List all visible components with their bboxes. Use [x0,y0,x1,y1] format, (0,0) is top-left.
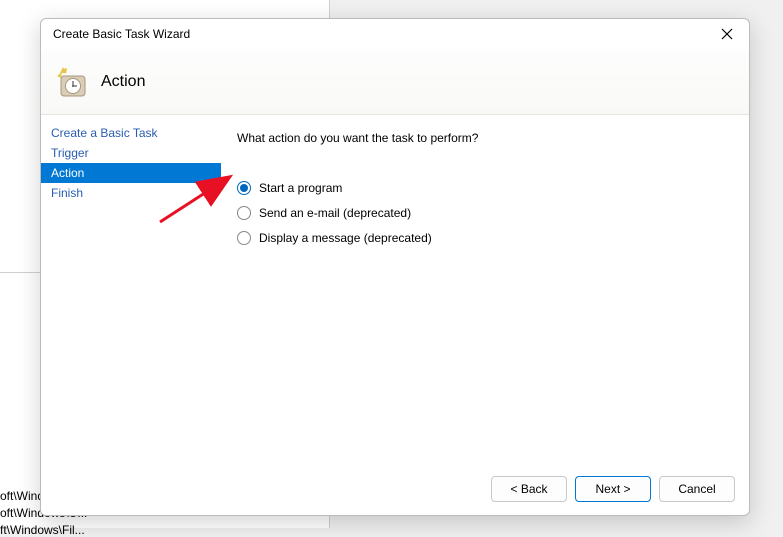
next-button[interactable]: Next > [575,476,651,502]
header-title: Action [101,73,145,91]
sidebar-item-finish[interactable]: Finish [41,183,221,203]
wizard-content: What action do you want the task to perf… [221,115,749,463]
dialog-footer: < Back Next > Cancel [41,463,749,515]
action-question: What action do you want the task to perf… [237,131,733,145]
radio-label: Start a program [259,181,342,195]
dialog-title: Create Basic Task Wizard [49,27,713,41]
wizard-steps-sidebar: Create a Basic Task Trigger Action Finis… [41,115,221,463]
close-button[interactable] [713,23,741,45]
radio-icon [237,181,251,195]
radio-option-send-email[interactable]: Send an e-mail (deprecated) [237,206,733,220]
radio-label: Send an e-mail (deprecated) [259,206,411,220]
radio-label: Display a message (deprecated) [259,231,432,245]
radio-option-display-message[interactable]: Display a message (deprecated) [237,231,733,245]
sidebar-item-action[interactable]: Action [41,163,221,183]
bg-path-3: ft\Windows\Fil... [0,523,85,537]
radio-icon [237,206,251,220]
titlebar: Create Basic Task Wizard [41,19,749,49]
wizard-dialog: Create Basic Task Wizard Ac [40,18,750,516]
back-button[interactable]: < Back [491,476,567,502]
close-icon [721,28,733,40]
sidebar-item-trigger[interactable]: Trigger [41,143,221,163]
wizard-clock-icon [55,66,87,98]
radio-option-start-program[interactable]: Start a program [237,181,733,195]
radio-icon [237,231,251,245]
cancel-button[interactable]: Cancel [659,476,735,502]
sidebar-item-create-basic-task[interactable]: Create a Basic Task [41,123,221,143]
dialog-header: Action [41,49,749,115]
